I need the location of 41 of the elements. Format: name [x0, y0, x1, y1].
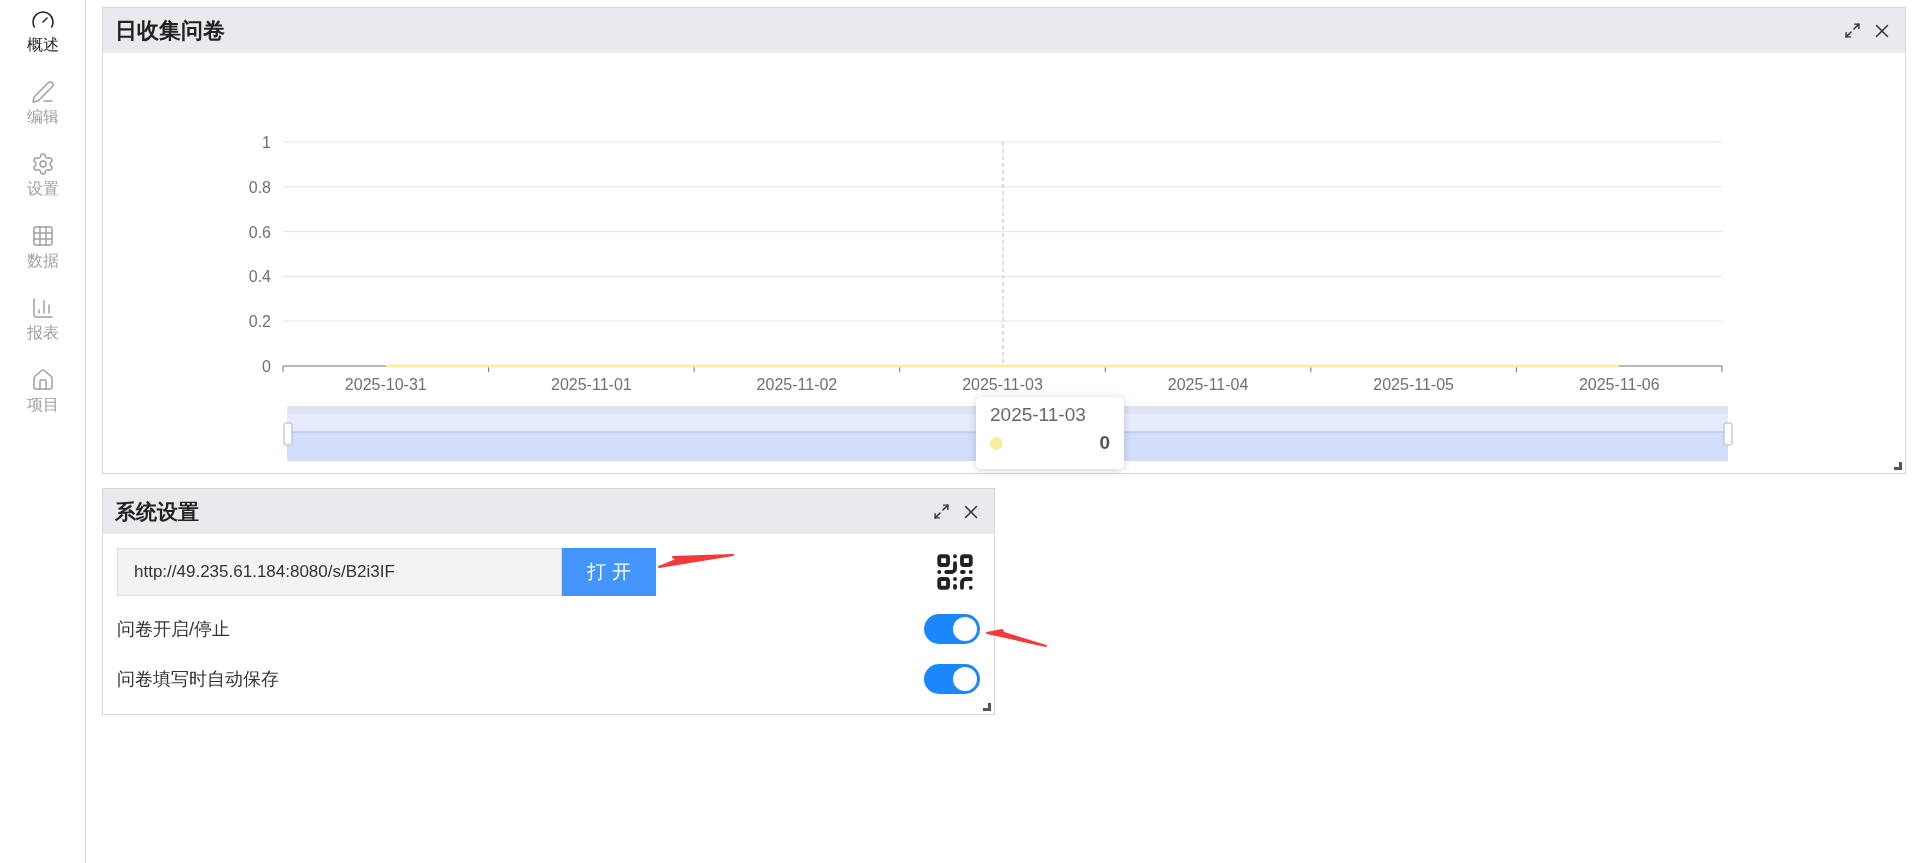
x-tick-label: 2025-11-06 — [1578, 376, 1660, 393]
expand-icon[interactable] — [933, 503, 950, 520]
home-icon — [30, 368, 55, 392]
panel-title: 系统设置 — [115, 498, 200, 525]
y-tick-label: 0.6 — [248, 223, 271, 241]
expand-icon[interactable] — [1844, 22, 1861, 39]
y-tick-label: 0 — [262, 358, 271, 375]
open-button[interactable]: 打 开 — [562, 548, 656, 596]
pen-icon — [30, 80, 55, 104]
x-tick-label: 2025-11-05 — [1373, 376, 1454, 393]
tooltip-date: 2025-11-03 — [990, 404, 1087, 426]
sidebar-item[interactable]: 编辑 — [7, 80, 78, 152]
y-tick-label: 0.8 — [248, 178, 271, 196]
qr-code-icon[interactable] — [934, 551, 976, 593]
resize-handle-icon[interactable] — [983, 703, 991, 711]
sidebar-item[interactable]: 报表 — [7, 296, 78, 368]
sidebar-item[interactable]: 概述 — [7, 8, 78, 80]
sidebar-item[interactable]: 设置 — [7, 152, 78, 224]
toggle-switch[interactable] — [924, 614, 980, 644]
sidebar-item[interactable]: 项目 — [7, 368, 78, 440]
bar-chart-icon — [30, 296, 55, 320]
resize-handle-icon[interactable] — [1894, 462, 1902, 470]
toggle-label: 问卷填写时自动保存 — [117, 668, 279, 691]
panel-title: 日收集问卷 — [115, 16, 226, 45]
grid-icon — [30, 224, 55, 248]
gear-icon — [30, 152, 55, 176]
x-tick-label: 2025-11-02 — [756, 376, 838, 393]
x-tick-label: 2025-10-31 — [344, 376, 427, 393]
url-field[interactable]: http://49.235.61.184:8080/s/B2i3IF — [117, 548, 562, 596]
x-tick-label: 2025-11-03 — [962, 376, 1043, 393]
x-tick-label: 2025-11-01 — [551, 376, 632, 393]
range-slider[interactable] — [283, 406, 1733, 461]
y-tick-label: 1 — [262, 134, 271, 151]
y-tick-label: 0.2 — [248, 313, 271, 331]
toggle-switch[interactable] — [924, 664, 980, 694]
toggle-label: 问卷开启/停止 — [117, 618, 230, 641]
annotation-arrow — [986, 629, 1047, 647]
tooltip-value: 0 — [1099, 432, 1110, 454]
sidebar-item[interactable]: 数据 — [7, 224, 78, 296]
x-tick-label: 2025-11-04 — [1167, 376, 1249, 393]
y-tick-label: 0.4 — [248, 268, 271, 286]
